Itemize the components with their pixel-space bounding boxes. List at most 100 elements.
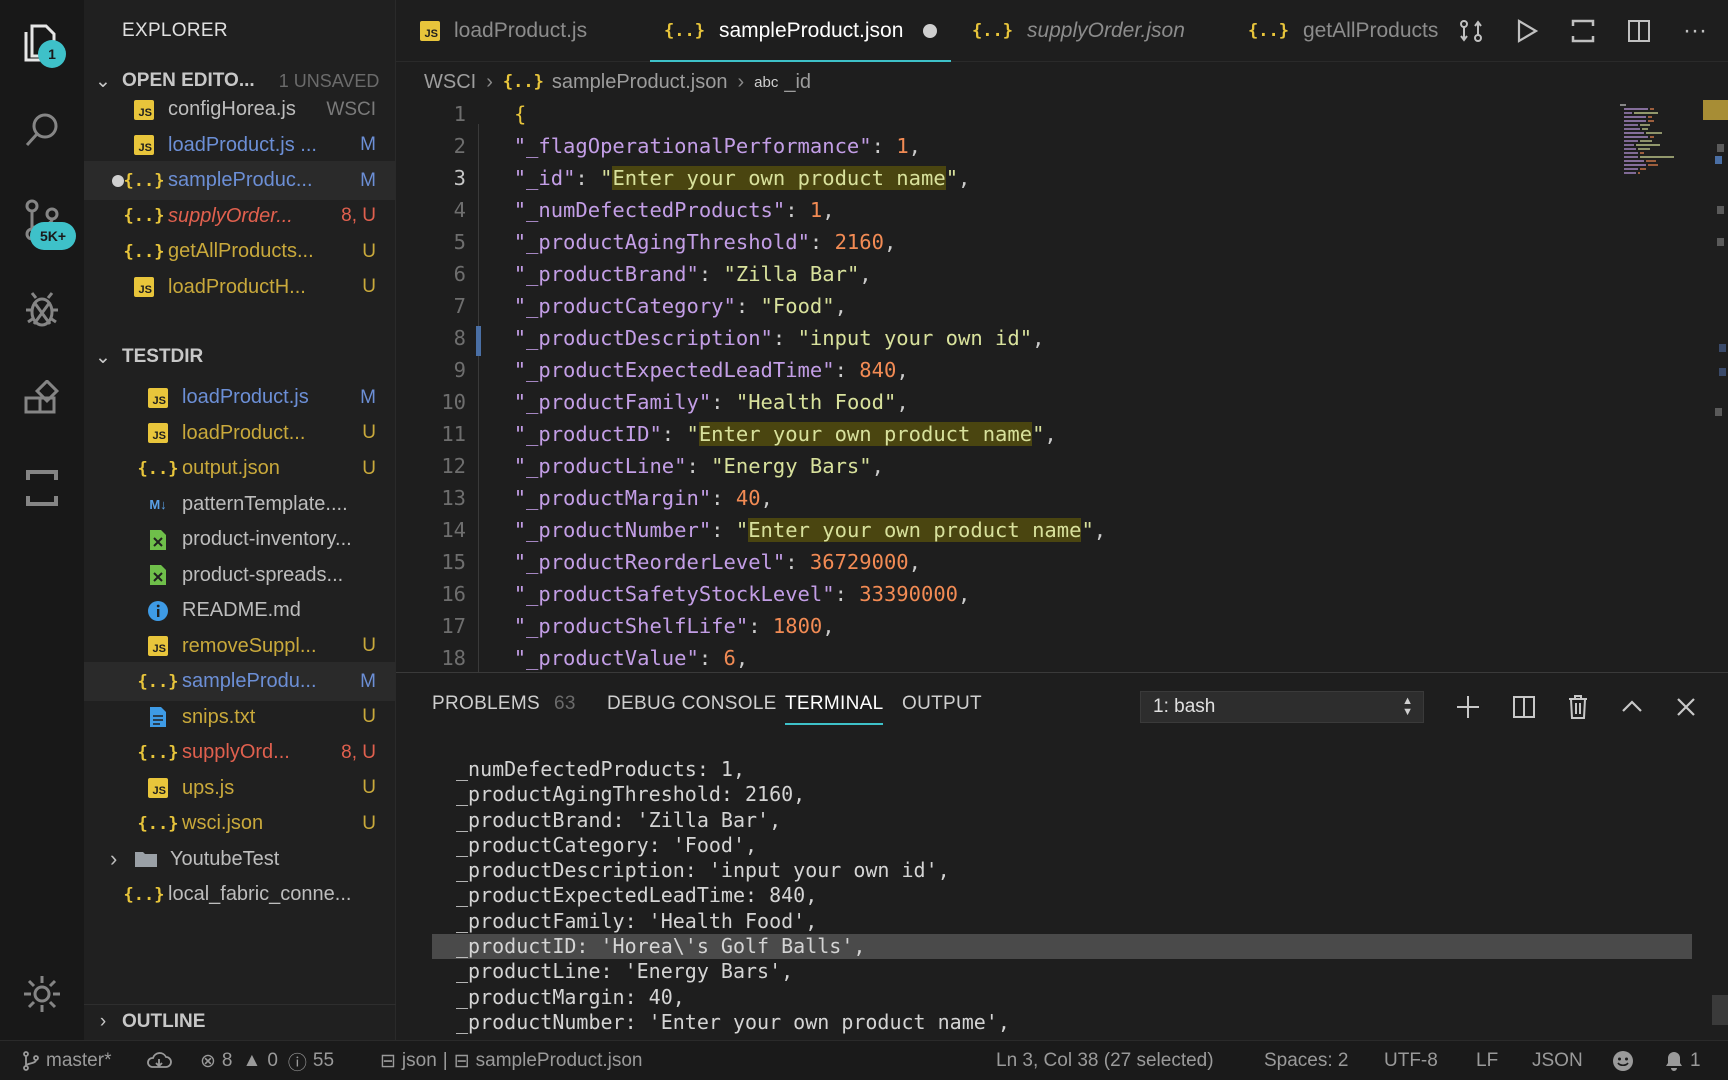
code-line[interactable]: 7 "_productCategory": "Food", [396, 290, 1596, 322]
problems-status[interactable]: ⊗ 8 ▲ 0 ⓘ 55 [200, 1041, 334, 1080]
overview-mark [1719, 368, 1726, 376]
chevron-up-icon[interactable] [1614, 689, 1650, 725]
modified-line-marker [476, 326, 481, 356]
code-line[interactable]: 11 "_productID": "Enter your own product… [396, 418, 1596, 450]
feedback-icon[interactable] [1612, 1041, 1640, 1080]
code-line[interactable]: 5 "_productAgingThreshold": 2160, [396, 226, 1596, 258]
code-line[interactable]: 4 "_numDefectedProducts": 1, [396, 194, 1596, 226]
tab-label: getAllProducts [1302, 19, 1439, 42]
code-line[interactable]: 17 "_productShelfLife": 1800, [396, 610, 1596, 642]
file-item[interactable]: product-spreads... [84, 556, 396, 595]
outline-header[interactable]: › OUTLINE [84, 1004, 396, 1038]
json-file-icon: {..} [137, 813, 179, 834]
minimap[interactable] [1618, 102, 1680, 176]
code-line[interactable]: 16 "_productSafetyStockLevel": 33390000, [396, 578, 1596, 610]
code-line[interactable]: 1{ [396, 98, 1596, 130]
breadcrumb-symbol[interactable]: _id [784, 71, 811, 94]
file-item[interactable]: › YoutubeTest [84, 840, 396, 879]
file-item[interactable]: JS loadProductH... U [84, 268, 396, 307]
tab-loadproduct[interactable]: JS loadProduct.js [420, 0, 587, 62]
code-line[interactable]: 3 "_id": "Enter your own product name", [396, 162, 1596, 194]
terminal-output[interactable]: _numDefectedProducts: 1, _productAgingThr… [432, 757, 1692, 1035]
file-item[interactable]: JS loadProduct.js M [84, 378, 396, 417]
terminal-select[interactable]: 1: bash ▲ ▼ [1140, 691, 1424, 723]
file-item[interactable]: {..} supplyOrd... 8, U [84, 733, 396, 772]
git-status: M [360, 670, 376, 692]
tab-sampleproduct[interactable]: {..} sampleProduct.json [650, 0, 952, 62]
split-terminal-icon[interactable] [1506, 689, 1542, 725]
code-line[interactable]: 2 "_flagOperationalPerformance": 1, [396, 130, 1596, 162]
language-status[interactable]: JSON [1532, 1041, 1583, 1080]
file-item[interactable]: README.md [84, 591, 396, 630]
line-number: 17 [441, 614, 466, 638]
split-editor-icon[interactable] [1622, 14, 1656, 48]
file-item[interactable]: {..} wsci.json U [84, 804, 396, 843]
sync-icon[interactable] [146, 1041, 178, 1080]
editor-scrollbar[interactable] [1703, 100, 1728, 670]
branch-status[interactable]: master* [22, 1041, 111, 1080]
eol-status[interactable]: LF [1476, 1041, 1498, 1080]
file-item[interactable]: {..} output.json U [84, 449, 396, 488]
extensions-icon[interactable] [18, 376, 66, 424]
file-item[interactable]: JS removeSuppl... U [84, 627, 396, 666]
code-line[interactable]: 10 "_productFamily": "Health Food", [396, 386, 1596, 418]
code-line[interactable]: 6 "_productBrand": "Zilla Bar", [396, 258, 1596, 290]
file-item[interactable]: M↓ patternTemplate.... [84, 485, 396, 524]
cursor-position[interactable]: Ln 3, Col 38 (27 selected) [996, 1041, 1214, 1080]
indentation-status[interactable]: Spaces: 2 [1264, 1041, 1349, 1080]
code-line[interactable]: 9 "_productExpectedLeadTime": 840, [396, 354, 1596, 386]
file-item[interactable]: JS loadProduct.js ... M [84, 126, 396, 165]
overview-mark [1717, 238, 1724, 246]
language-mode-status[interactable]: ⊟ json | ⊟ sampleProduct.json [380, 1041, 643, 1080]
remote-explorer-icon[interactable] [18, 464, 66, 512]
notifications-status[interactable]: 1 [1664, 1041, 1701, 1080]
line-number: 2 [453, 134, 466, 158]
line-number: 16 [441, 582, 466, 606]
tab-terminal[interactable]: TERMINAL [785, 693, 884, 725]
search-icon[interactable] [18, 106, 66, 154]
unsaved-dot-icon[interactable] [112, 175, 124, 187]
tab-debug-console[interactable]: DEBUG CONSOLE [607, 693, 777, 715]
tab-output[interactable]: OUTPUT [902, 693, 982, 715]
tab-getallproducts[interactable]: {..} getAllProducts [1248, 0, 1438, 62]
file-item[interactable]: snips.txt U [84, 698, 396, 737]
file-item[interactable]: {..} sampleProduc... M [84, 161, 396, 200]
terminal-scrollbar[interactable] [1712, 995, 1728, 1025]
code-editor[interactable]: 1{2 "_flagOperationalPerformance": 1, 3 "… [396, 98, 1728, 672]
code-line[interactable]: 15 "_productReorderLevel": 36729000, [396, 546, 1596, 578]
sidebar-title: EXPLORER [122, 20, 228, 41]
compare-changes-icon[interactable] [1454, 14, 1488, 48]
file-item[interactable]: {..} local_fabric_conne... [84, 875, 396, 914]
git-status: U [362, 457, 376, 479]
gear-icon[interactable] [18, 970, 66, 1018]
breadcrumb-file[interactable]: sampleProduct.json [552, 71, 728, 94]
trash-icon[interactable] [1560, 689, 1596, 725]
more-actions-icon[interactable]: ··· [1678, 14, 1712, 48]
tab-problems[interactable]: PROBLEMS 63 [432, 693, 576, 715]
testdir-header[interactable]: ⌄ TESTDIR [84, 340, 396, 374]
new-terminal-icon[interactable] [1450, 689, 1486, 725]
file-item[interactable]: product-inventory... [84, 520, 396, 559]
run-icon[interactable] [1510, 14, 1544, 48]
file-item[interactable]: JS configHorea.js WSCI [84, 90, 396, 129]
unsaved-dot-icon[interactable] [923, 24, 938, 38]
json-key: _productReorderLevel [526, 550, 773, 574]
close-panel-icon[interactable] [1668, 689, 1704, 725]
breadcrumb-folder[interactable]: WSCI [424, 71, 476, 94]
encoding-status[interactable]: UTF-8 [1384, 1041, 1438, 1080]
code-line[interactable]: 14 "_productNumber": "Enter your own pro… [396, 514, 1596, 546]
file-item[interactable]: JS ups.js U [84, 769, 396, 808]
code-line[interactable]: 8 "_productDescription": "input your own… [396, 322, 1596, 354]
file-item[interactable]: {..} supplyOrder... 8, U [84, 197, 396, 236]
code-line[interactable]: 13 "_productMargin": 40, [396, 482, 1596, 514]
tab-supplyorder[interactable]: {..} supplyOrder.json [972, 0, 1185, 62]
file-item[interactable]: {..} getAllProducts... U [84, 232, 396, 271]
js-file-icon: JS [134, 135, 154, 155]
code-line[interactable]: 12 "_productLine": "Energy Bars", [396, 450, 1596, 482]
open-preview-icon[interactable] [1566, 14, 1600, 48]
file-item[interactable]: {..} sampleProdu... M [84, 662, 396, 701]
debug-icon[interactable] [18, 286, 66, 334]
file-item[interactable]: JS loadProduct... U [84, 414, 396, 453]
code-line[interactable]: 18 "_productValue": 6, [396, 642, 1596, 672]
json-key: _productValue [526, 646, 687, 670]
